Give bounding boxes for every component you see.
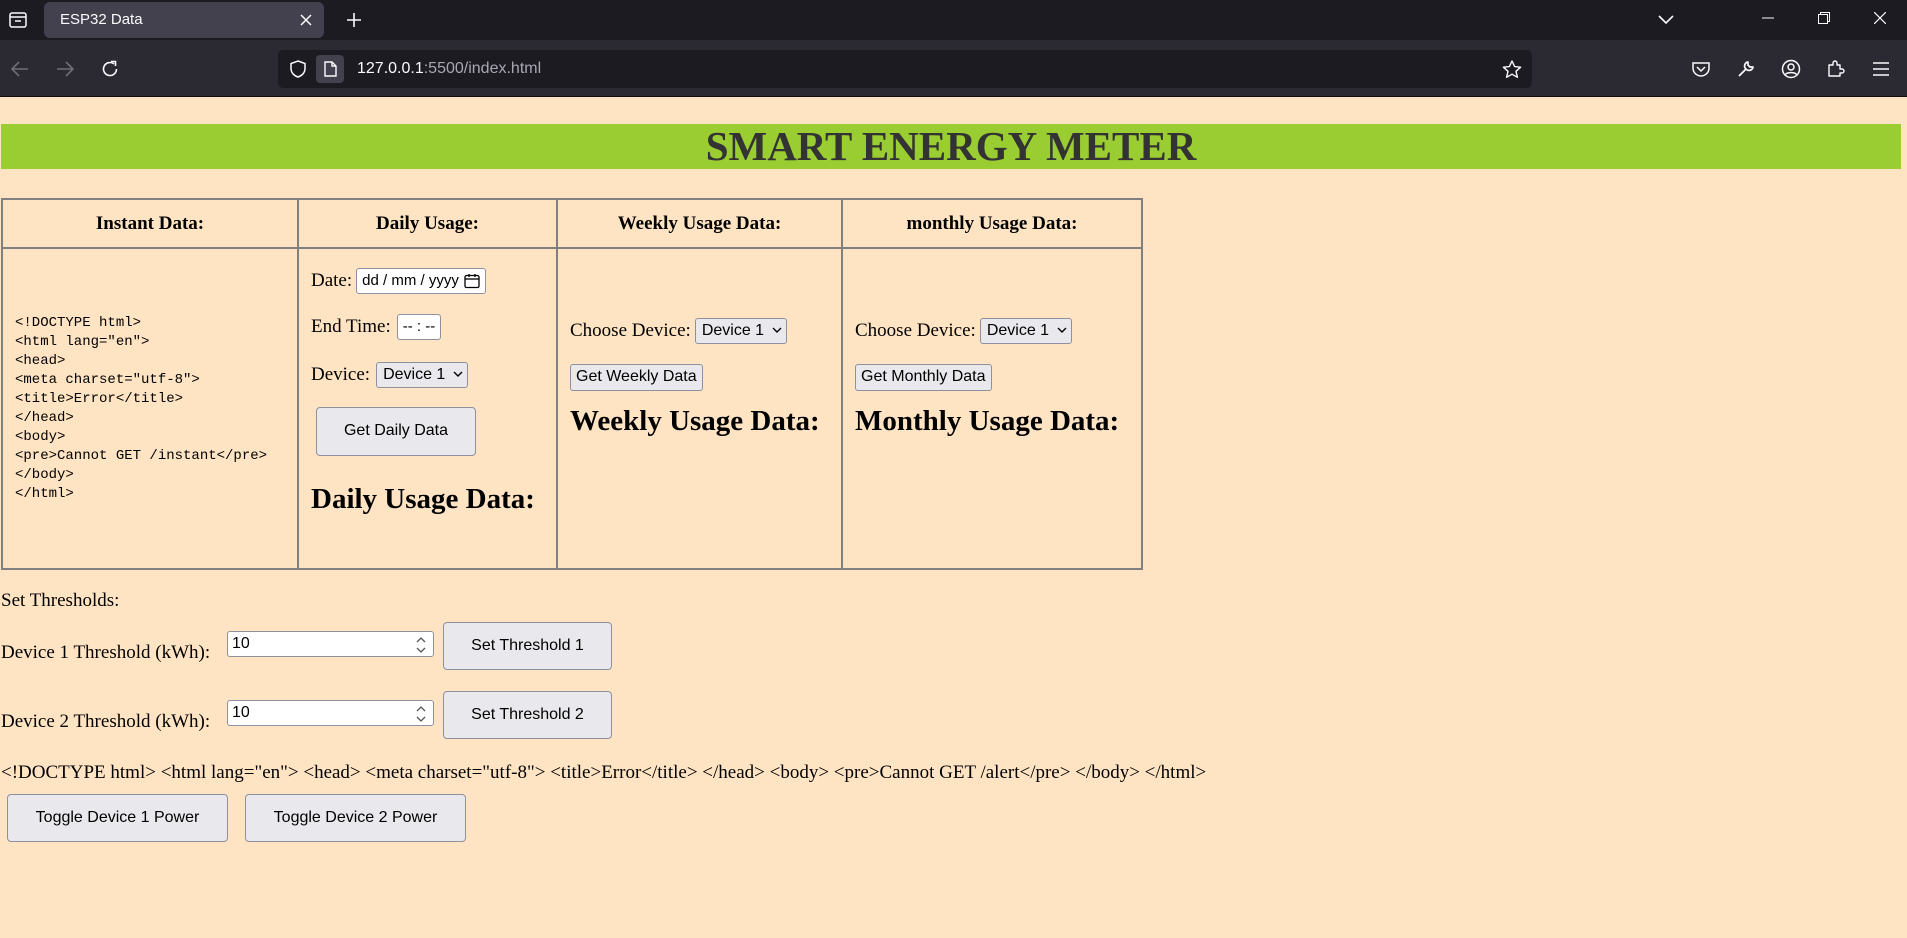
set-threshold-1-button[interactable]: Set Threshold 1 [443, 622, 612, 670]
extensions-icon[interactable] [1820, 53, 1852, 85]
daily-device-value: Device 1 [383, 365, 446, 383]
daily-usage-heading: Daily Usage Data: [311, 482, 535, 515]
chevron-down-icon [453, 371, 463, 378]
date-label: Date: [311, 269, 353, 291]
weekly-device-select[interactable]: Device 1 [694, 317, 788, 344]
monthly-device-value: Device 1 [986, 321, 1050, 339]
calendar-icon[interactable] [464, 273, 480, 289]
account-icon[interactable] [1775, 53, 1807, 85]
date-placeholder: dd / mm / yyyy [362, 272, 459, 289]
daily-device-select[interactable]: Device 1 [376, 361, 469, 388]
weekly-choose-label: Choose Device: [570, 319, 691, 341]
device2-threshold-value: 10 [232, 704, 250, 721]
thresholds-heading: Set Thresholds: [1, 590, 120, 611]
device2-threshold-input[interactable]: 10 [227, 700, 434, 726]
weekly-usage-heading: Weekly Usage Data: [570, 404, 820, 437]
wrench-icon[interactable] [1730, 53, 1762, 85]
table-row: <!DOCTYPE html> <html lang="en"> <head> … [1, 247, 1143, 570]
restore-icon[interactable] [1802, 0, 1846, 36]
header-monthly-usage: monthly Usage Data: [841, 198, 1143, 249]
device2-threshold-label: Device 2 Threshold (kWh): [1, 711, 211, 732]
url-path: :5500/index.html [423, 60, 542, 77]
date-input[interactable]: dd / mm / yyyy [356, 267, 486, 294]
get-monthly-data-button[interactable]: Get Monthly Data [855, 363, 992, 391]
minimize-icon[interactable] [1746, 0, 1790, 36]
table-header-row: Instant Data: Daily Usage: Weekly Usage … [1, 198, 1143, 249]
menu-icon[interactable] [1865, 53, 1897, 85]
weekly-device-row: Choose Device: Device 1 [570, 317, 829, 344]
close-window-icon[interactable] [1858, 0, 1902, 36]
shield-icon[interactable] [286, 57, 310, 81]
end-time-input[interactable]: -- : -- [396, 313, 442, 340]
end-time-label: End Time: [311, 315, 391, 337]
device1-threshold-label: Device 1 Threshold (kWh): [1, 642, 211, 663]
weekly-usage-cell: Choose Device: Device 1 Get Weekly Data … [556, 247, 843, 570]
page-title: SMART ENERGY METER [1, 124, 1901, 169]
header-instant-data: Instant Data: [1, 198, 299, 249]
toggle-device-2-power-button[interactable]: Toggle Device 2 Power [245, 794, 466, 842]
header-daily-usage: Daily Usage: [297, 198, 558, 249]
navigation-toolbar: 127.0.0.1:5500/index.html [0, 40, 1907, 97]
chevron-down-icon [772, 327, 782, 334]
monthly-usage-heading: Monthly Usage Data: [855, 404, 1120, 437]
close-tab-icon[interactable] [294, 8, 318, 32]
url-host: 127.0.0.1 [357, 60, 424, 77]
header-weekly-usage: Weekly Usage Data: [556, 198, 843, 249]
forward-arrow-icon[interactable] [49, 53, 81, 85]
tab-title: ESP32 Data [60, 11, 143, 28]
chevron-down-icon [1057, 327, 1067, 334]
weekly-device-value: Device 1 [701, 321, 765, 339]
new-tab-icon[interactable] [340, 6, 368, 34]
chevron-down-icon[interactable] [1652, 6, 1680, 34]
alert-output: <!DOCTYPE html> <html lang="en"> <head> … [1, 762, 1207, 783]
bookmark-star-icon[interactable] [1500, 57, 1524, 81]
get-weekly-data-button[interactable]: Get Weekly Data [570, 363, 703, 391]
pocket-icon[interactable] [1685, 53, 1717, 85]
daily-usage-cell: Date: dd / mm / yyyy End Time: -- : -- D… [297, 247, 558, 570]
tab-strip: ESP32 Data [0, 0, 1907, 40]
spinner-arrows-icon[interactable] [415, 704, 427, 724]
instant-data-output: <!DOCTYPE html> <html lang="en"> <head> … [15, 314, 268, 502]
end-time-row: End Time: -- : -- [311, 313, 544, 340]
usage-data-table: Instant Data: Daily Usage: Weekly Usage … [1, 198, 1143, 570]
monthly-usage-cell: Choose Device: Device 1 Get Monthly Data… [841, 247, 1143, 570]
end-time-placeholder: -- : -- [402, 318, 436, 335]
browser-tab[interactable]: ESP32 Data [44, 2, 324, 38]
url-bar[interactable]: 127.0.0.1:5500/index.html [278, 50, 1532, 88]
list-all-tabs-icon[interactable] [4, 6, 32, 34]
monthly-choose-label: Choose Device: [855, 319, 976, 341]
set-threshold-2-button[interactable]: Set Threshold 2 [443, 691, 612, 739]
url-text[interactable]: 127.0.0.1:5500/index.html [357, 60, 541, 78]
back-arrow-icon[interactable] [4, 53, 36, 85]
monthly-device-select[interactable]: Device 1 [979, 317, 1073, 344]
instant-data-cell: <!DOCTYPE html> <html lang="en"> <head> … [1, 247, 299, 570]
date-row: Date: dd / mm / yyyy [311, 267, 544, 294]
page-content: SMART ENERGY METER Instant Data: Daily U… [0, 97, 1907, 938]
device1-threshold-input[interactable]: 10 [227, 631, 434, 657]
reload-icon[interactable] [94, 53, 126, 85]
get-daily-data-button[interactable]: Get Daily Data [316, 406, 476, 456]
toggle-device-1-power-button[interactable]: Toggle Device 1 Power [7, 794, 228, 842]
device-label: Device: [311, 363, 371, 385]
monthly-device-row: Choose Device: Device 1 [855, 317, 1129, 344]
device1-threshold-value: 10 [232, 635, 250, 652]
device-row: Device: Device 1 [311, 361, 544, 388]
spinner-arrows-icon[interactable] [415, 635, 427, 655]
page-info-icon[interactable] [316, 55, 344, 83]
